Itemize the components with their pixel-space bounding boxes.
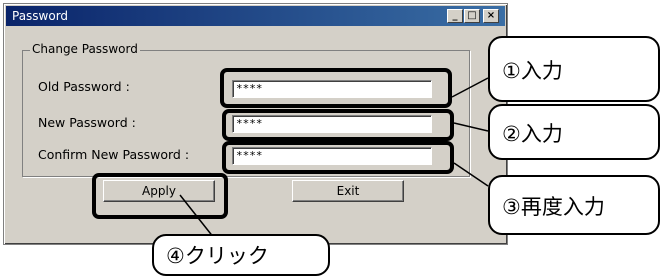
callout-step4: ④クリック xyxy=(152,234,330,276)
callout-step2: ②入力 xyxy=(488,104,660,160)
callout-step3: ③再度入力 xyxy=(488,175,660,235)
callout-step1: ①入力 xyxy=(488,36,660,102)
